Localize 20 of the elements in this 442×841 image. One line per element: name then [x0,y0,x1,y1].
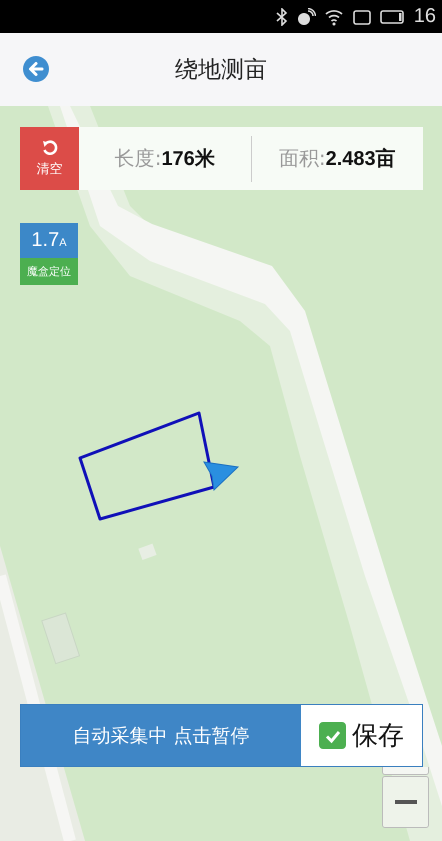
location-arrow-icon [203,461,240,492]
clear-button[interactable]: 清空 [20,127,79,190]
bluetooth-icon [276,8,288,26]
checkbox[interactable] [319,722,346,749]
page-title: 绕地测亩 [175,56,267,85]
length-reading: 长度:176米 [114,145,215,172]
undo-icon [40,139,58,157]
square-icon [352,8,372,26]
zoom-out-button[interactable] [382,776,429,828]
accuracy-value: 1.7A [20,223,78,258]
wifi-icon [324,8,344,26]
battery-icon [380,8,406,26]
area-reading: 面积:2.483亩 [278,145,396,172]
signal-icon [296,8,316,26]
pause-button[interactable]: 自动采集中 点击暂停 [21,705,301,766]
status-time: 16 [414,5,436,28]
back-icon[interactable] [23,56,49,82]
save-button[interactable]: 保存 [301,705,422,766]
location-source: 魔盒定位 [20,258,78,285]
minus-icon [394,800,416,804]
